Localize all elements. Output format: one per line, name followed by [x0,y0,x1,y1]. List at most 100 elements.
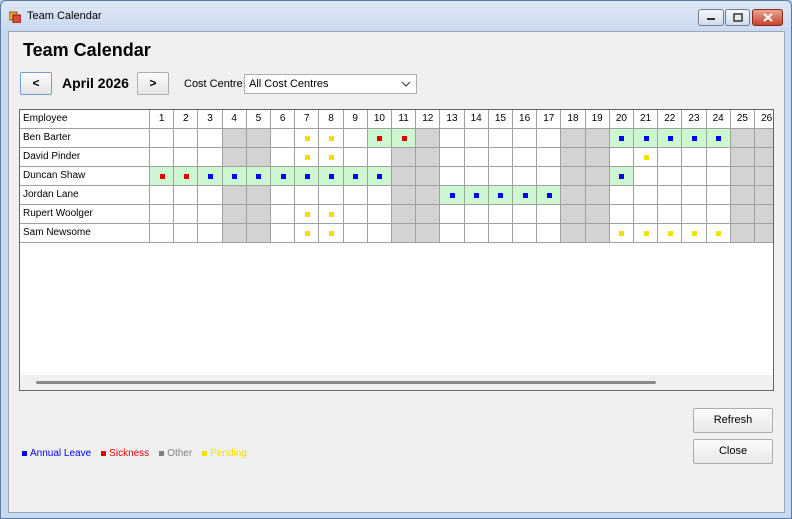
employee-name[interactable]: Sam Newsome [20,224,150,243]
day-cell[interactable] [488,167,513,186]
day-cell[interactable] [513,186,538,205]
day-cell[interactable] [585,205,610,224]
close-button[interactable]: Close [693,439,773,464]
day-cell[interactable] [222,205,247,224]
window-close-button[interactable] [752,9,783,26]
day-cell[interactable] [343,205,368,224]
day-cell[interactable] [755,205,773,224]
day-cell[interactable] [271,167,296,186]
day-cell[interactable] [706,129,731,148]
day-cell[interactable] [295,148,320,167]
calendar-grid[interactable]: Employee 1 2 3 4 5 6 7 8 9 10 11 12 13 14 15 16 17 18 19 20 2… [19,109,774,391]
day-cell[interactable] [367,205,392,224]
employee-name[interactable]: Jordan Lane [20,186,150,205]
day-cell[interactable] [682,205,707,224]
day-cell[interactable] [561,186,586,205]
day-cell[interactable] [295,167,320,186]
day-cell[interactable] [174,148,199,167]
day-cell[interactable] [440,129,465,148]
day-cell[interactable] [198,167,223,186]
day-cell[interactable] [488,129,513,148]
day-cell[interactable] [658,148,683,167]
day-cell[interactable] [271,148,296,167]
day-cell[interactable] [755,167,773,186]
day-cell[interactable] [513,129,538,148]
day-cell[interactable] [246,186,271,205]
employee-name[interactable]: David Pinder [20,148,150,167]
cost-centre-select[interactable]: All Cost Centres [244,74,417,94]
day-cell[interactable] [319,129,344,148]
refresh-button[interactable]: Refresh [693,408,773,433]
day-cell[interactable] [222,148,247,167]
day-cell[interactable] [730,186,755,205]
day-cell[interactable] [585,224,610,243]
day-cell[interactable] [271,129,296,148]
day-cell[interactable] [634,129,659,148]
day-cell[interactable] [416,224,441,243]
day-cell[interactable] [634,224,659,243]
day-cell[interactable] [513,224,538,243]
title-bar[interactable]: Team Calendar [1,1,791,31]
day-cell[interactable] [706,167,731,186]
day-cell[interactable] [513,167,538,186]
day-cell[interactable] [174,167,199,186]
day-cell[interactable] [319,224,344,243]
day-cell[interactable] [198,129,223,148]
day-cell[interactable] [755,186,773,205]
day-cell[interactable] [295,205,320,224]
employee-name[interactable]: Rupert Woolger [20,205,150,224]
day-cell[interactable] [488,205,513,224]
day-cell[interactable] [634,205,659,224]
day-cell[interactable] [174,205,199,224]
day-cell[interactable] [198,224,223,243]
day-cell[interactable] [755,129,773,148]
day-cell[interactable] [271,186,296,205]
day-cell[interactable] [416,148,441,167]
day-cell[interactable] [513,205,538,224]
day-cell[interactable] [755,224,773,243]
day-cell[interactable] [150,205,175,224]
minimize-button[interactable] [698,9,724,26]
day-cell[interactable] [222,224,247,243]
horizontal-scrollbar[interactable] [20,375,773,390]
day-cell[interactable] [416,205,441,224]
day-cell[interactable] [730,129,755,148]
day-cell[interactable] [367,186,392,205]
day-cell[interactable] [174,129,199,148]
day-cell[interactable] [464,186,489,205]
day-cell[interactable] [295,129,320,148]
day-cell[interactable] [464,129,489,148]
day-cell[interactable] [343,148,368,167]
day-cell[interactable] [464,167,489,186]
day-cell[interactable] [706,224,731,243]
day-cell[interactable] [392,205,417,224]
day-cell[interactable] [440,205,465,224]
day-cell[interactable] [730,205,755,224]
day-cell[interactable] [609,186,634,205]
day-cell[interactable] [246,148,271,167]
day-cell[interactable] [537,186,562,205]
day-cell[interactable] [561,129,586,148]
day-cell[interactable] [295,186,320,205]
day-cell[interactable] [392,224,417,243]
day-cell[interactable] [730,148,755,167]
employee-name[interactable]: Ben Barter [20,129,150,148]
day-cell[interactable] [706,205,731,224]
day-cell[interactable] [150,148,175,167]
day-cell[interactable] [464,224,489,243]
day-cell[interactable] [246,167,271,186]
day-cell[interactable] [730,167,755,186]
day-cell[interactable] [416,167,441,186]
day-cell[interactable] [585,167,610,186]
day-cell[interactable] [513,148,538,167]
maximize-button[interactable] [725,9,750,26]
day-cell[interactable] [658,167,683,186]
day-cell[interactable] [271,224,296,243]
day-cell[interactable] [246,205,271,224]
day-cell[interactable] [561,167,586,186]
day-cell[interactable] [367,224,392,243]
day-cell[interactable] [682,186,707,205]
day-cell[interactable] [343,224,368,243]
day-cell[interactable] [198,186,223,205]
day-cell[interactable] [246,224,271,243]
